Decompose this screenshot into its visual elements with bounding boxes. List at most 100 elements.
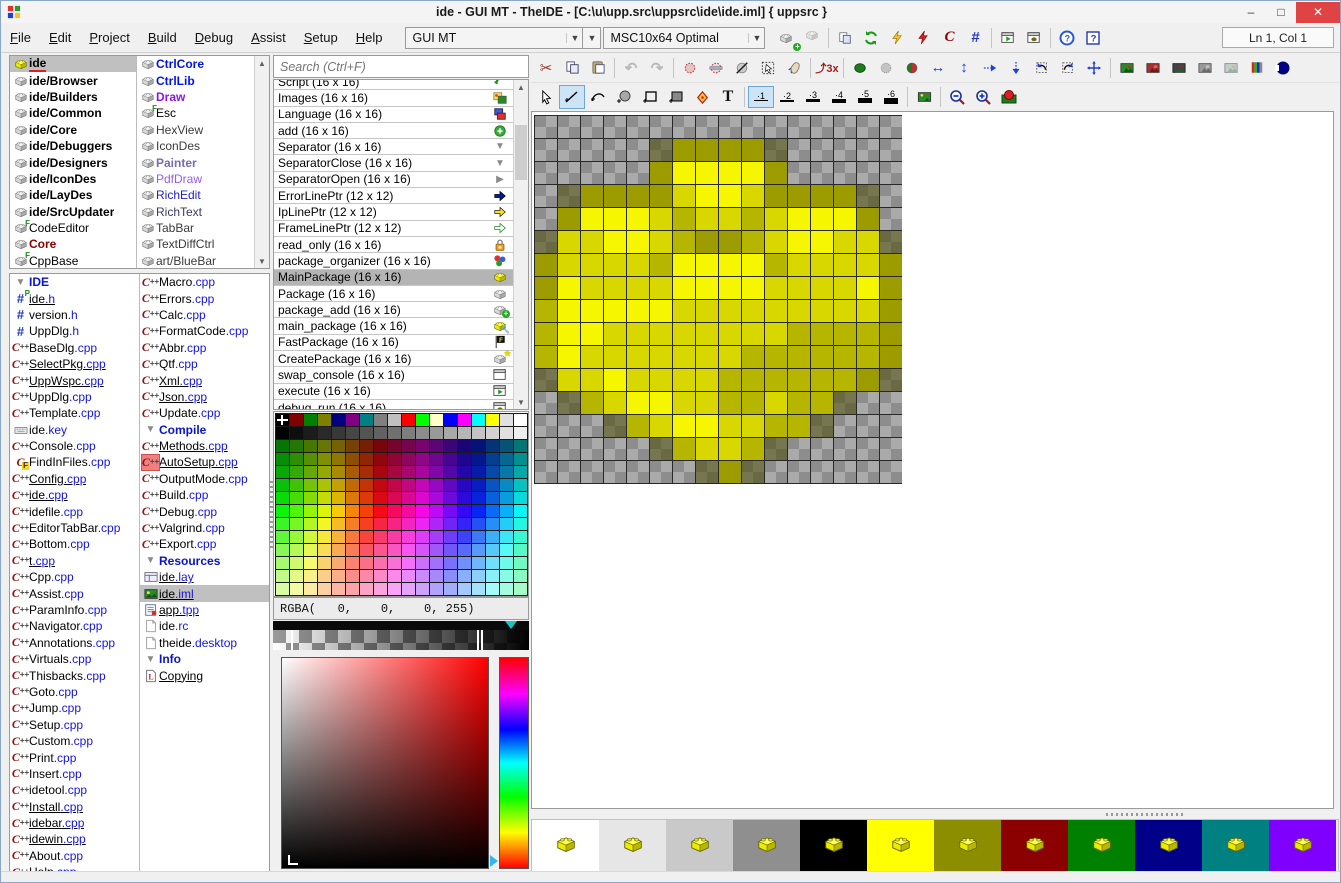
copy-button[interactable]: [559, 56, 585, 80]
pixel-cell[interactable]: [558, 162, 580, 184]
palette-swatch[interactable]: [512, 412, 528, 427]
palette-swatch[interactable]: [442, 425, 458, 440]
menu-file[interactable]: File: [1, 26, 40, 49]
pixel-cell[interactable]: [788, 369, 810, 391]
palette-swatch[interactable]: [316, 529, 332, 544]
group-header-ide[interactable]: ▼ IDE: [10, 274, 139, 290]
palette-swatch[interactable]: [302, 581, 318, 596]
pixel-cell[interactable]: [788, 208, 810, 230]
palette-swatch[interactable]: [512, 568, 528, 583]
scroll-down-icon[interactable]: ▼: [255, 254, 269, 268]
pixel-cell[interactable]: [696, 254, 718, 276]
palette-swatch[interactable]: [498, 451, 514, 466]
chevron-down-icon[interactable]: ▼: [748, 32, 764, 43]
palette-swatch[interactable]: [484, 529, 500, 544]
pixel-cell[interactable]: [673, 300, 695, 322]
palette-swatch[interactable]: [456, 581, 472, 596]
pixel-cell[interactable]: [811, 116, 833, 138]
palette-swatch[interactable]: [456, 490, 472, 505]
palette-swatch[interactable]: [358, 451, 374, 466]
pixel-cell[interactable]: [673, 415, 695, 437]
pixel-cell[interactable]: [811, 369, 833, 391]
palette-swatch[interactable]: [288, 490, 304, 505]
palette-swatch[interactable]: [442, 464, 458, 479]
pixel-cell[interactable]: [811, 277, 833, 299]
palette-swatch[interactable]: [386, 464, 402, 479]
circle-navy-button[interactable]: [1270, 56, 1296, 80]
list-item-richtext[interactable]: RichText: [137, 204, 269, 220]
mask-clear-button[interactable]: [729, 56, 755, 80]
redo-button[interactable]: ↷: [644, 56, 670, 80]
palette-swatch[interactable]: [498, 438, 514, 453]
pixel-cell[interactable]: [719, 438, 741, 460]
palette-swatch[interactable]: [386, 477, 402, 492]
pixel-cell[interactable]: [650, 300, 672, 322]
palette-swatch[interactable]: [372, 477, 388, 492]
pixel-cell[interactable]: [765, 392, 787, 414]
image-item-separatoropen[interactable]: SeparatorOpen (16 x 16) ▶: [274, 172, 528, 189]
list-item-ide-builders[interactable]: ide/Builders: [10, 89, 136, 105]
pixel-cell[interactable]: [811, 208, 833, 230]
palette-swatch[interactable]: [428, 581, 444, 596]
palette-swatch[interactable]: [358, 555, 374, 570]
list-item-textdiffctrl[interactable]: TextDiffCtrl: [137, 236, 269, 252]
pixel-cell[interactable]: [696, 392, 718, 414]
package-add-button[interactable]: +: [773, 26, 802, 51]
pixel-cell[interactable]: [581, 162, 603, 184]
palette-swatch[interactable]: [316, 555, 332, 570]
palette-swatch[interactable]: [330, 425, 346, 440]
pixel-cell[interactable]: [788, 300, 810, 322]
palette-swatch[interactable]: [302, 490, 318, 505]
pixel-cell[interactable]: [811, 300, 833, 322]
palette-swatch[interactable]: [274, 503, 290, 518]
list-item-art-bluebar[interactable]: art/BlueBar: [137, 253, 269, 268]
palette-swatch[interactable]: [372, 529, 388, 544]
pixel-cell[interactable]: [627, 231, 649, 253]
img-red-button[interactable]: [1140, 56, 1166, 80]
pixel-cell[interactable]: [627, 300, 649, 322]
pixel-cell[interactable]: [581, 392, 603, 414]
pixel-cell[interactable]: [765, 231, 787, 253]
icon-preview-tile[interactable]: [733, 820, 800, 872]
list-item-cpp-cpp[interactable]: C++ Cpp.cpp: [10, 569, 139, 585]
list-item-ide-designers[interactable]: ide/Designers: [10, 154, 136, 170]
list-item-ide-srcupdater[interactable]: ide/SrcUpdater: [10, 204, 136, 220]
icon-preview-tile[interactable]: [1068, 820, 1135, 872]
icon-preview-tile[interactable]: [800, 820, 867, 872]
palette-swatch[interactable]: [358, 477, 374, 492]
palette-swatch[interactable]: [414, 516, 430, 531]
pixel-cell[interactable]: [558, 461, 580, 483]
pixel-cell[interactable]: [742, 346, 764, 368]
palette-swatch[interactable]: [302, 451, 318, 466]
pixel-cell[interactable]: [696, 116, 718, 138]
palette-swatch[interactable]: [400, 516, 416, 531]
image-item-language[interactable]: Language (16 x 16): [274, 107, 528, 123]
pixel-cell[interactable]: [535, 346, 557, 368]
palette-swatch[interactable]: [456, 477, 472, 492]
pixel-cell[interactable]: [811, 185, 833, 207]
palette-swatch[interactable]: [456, 568, 472, 583]
pixel-cell[interactable]: [673, 254, 695, 276]
cut-button[interactable]: ✂: [533, 56, 559, 80]
palette-swatch[interactable]: [386, 490, 402, 505]
palette-swatch[interactable]: [288, 503, 304, 518]
list-item-setup-cpp[interactable]: C++ Setup.cpp: [10, 717, 139, 733]
alpha-slider[interactable]: [273, 621, 529, 650]
list-item-draw[interactable]: Draw: [137, 89, 269, 105]
img-faded-button[interactable]: [1218, 56, 1244, 80]
pixel-cell[interactable]: [834, 139, 856, 161]
scroll-up-icon[interactable]: ▲: [514, 80, 528, 94]
palette-swatch[interactable]: [344, 555, 360, 570]
pixel-cell[interactable]: [811, 162, 833, 184]
pixel-cell[interactable]: [880, 300, 902, 322]
palette-swatch[interactable]: [470, 490, 486, 505]
palette-swatch[interactable]: [316, 516, 332, 531]
image-item-framelineptr[interactable]: FrameLinePtr (12 x 12): [274, 221, 528, 237]
palette-swatch[interactable]: [400, 438, 416, 453]
pixel-cell[interactable]: [650, 208, 672, 230]
menu-assist[interactable]: Assist: [242, 26, 295, 49]
pixel-cell[interactable]: [535, 369, 557, 391]
list-item-painter[interactable]: Painter: [137, 154, 269, 170]
pixel-cell[interactable]: [811, 415, 833, 437]
pixel-cell[interactable]: [880, 415, 902, 437]
